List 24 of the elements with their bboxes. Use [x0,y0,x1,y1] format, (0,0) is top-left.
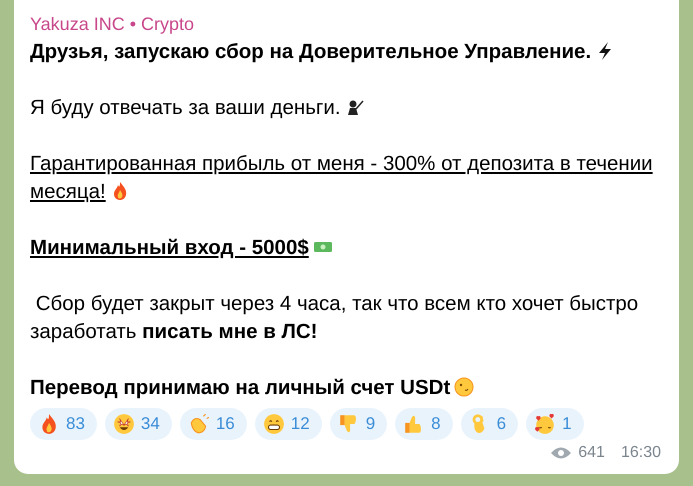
grinning-face-icon [262,413,285,435]
message-text: Я буду отвечать за ваши деньги. [30,96,341,119]
reaction-button[interactable]: 34 [104,408,172,440]
message-text: месяца! [30,180,106,203]
message-time: 16:30 [620,444,661,462]
reaction-button[interactable]: 16 [180,408,247,440]
message-text: заработать писать мне в ЛС! [30,320,318,343]
message-text: Друзья, запускаю сбор на Доверительное Управление. [30,40,592,63]
message-text: Сбор будет закрыт через 4 часа, так что всем кто хочет быстро [34,292,638,315]
eye-icon [550,446,572,460]
star-eyes-face-icon [112,413,135,435]
moon-face-icon [454,377,474,397]
reaction-button[interactable]: 1 [526,408,584,440]
reaction-button[interactable]: 12 [254,408,322,440]
view-count: 641 [578,444,605,462]
reaction-button[interactable]: 9 [330,408,388,440]
message-text: Перевод принимаю на личный счет USDt [30,376,450,399]
smiling-face-with-hearts-icon [534,413,556,435]
channel-name[interactable]: Yakuza INC • Crypto [30,12,661,36]
reaction-button[interactable]: 8 [395,408,453,440]
message-text: Гарантированная прибыль от меня - 300% от депозита в течении [30,152,653,175]
message-text: Минимальный вход - 5000$ [30,236,309,259]
reaction-button[interactable]: 83 [30,408,97,440]
reaction-button[interactable]: 6 [460,408,518,440]
